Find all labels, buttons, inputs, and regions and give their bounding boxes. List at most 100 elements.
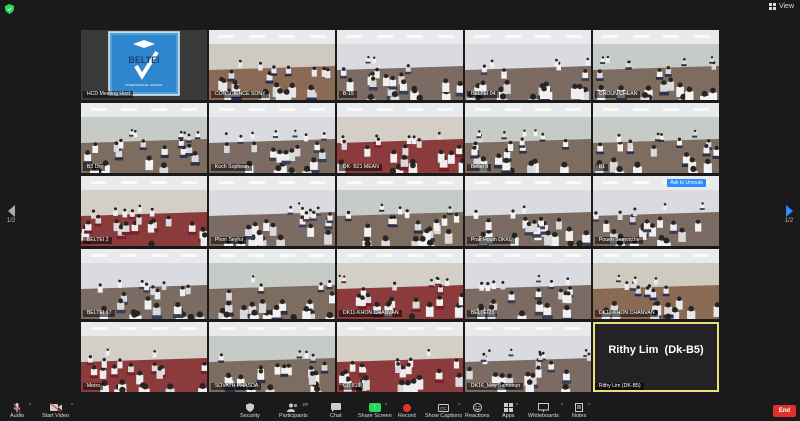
video-feed: [337, 322, 463, 392]
chat-label: Chat: [330, 413, 342, 419]
participant-name: Metro: [86, 383, 101, 389]
participant-video-tile[interactable]: ⁄ Beltei 9: [465, 103, 591, 173]
top-bar: View: [0, 0, 800, 18]
participant-video-tile[interactable]: ⁄ B1: [593, 103, 719, 173]
participant-name-tag: ⁄ BELTEI23: [467, 310, 498, 317]
participant-video-tile[interactable]: ⁄ BELTEI 17: [81, 249, 207, 319]
participant-name: SOVATH PHASDA: [214, 383, 259, 389]
whiteboards-button[interactable]: Whiteboards: [528, 402, 559, 419]
participant-video-tile[interactable]: ⁄ Prak Houth DKKL: [465, 176, 591, 246]
participant-name-tag: ⁄ BELTEI 2: [83, 237, 112, 244]
whiteboards-label: Whiteboards: [528, 413, 559, 419]
participant-name: DK16_Mey Samoeun: [470, 383, 521, 389]
notes-button[interactable]: Notes: [572, 402, 586, 419]
video-feed: [209, 249, 335, 319]
participant-video-tile[interactable]: ⁄ DK11-KHON CHANVAN: [593, 249, 719, 319]
participant-video-tile[interactable]: ⁄ CONSCIENCE SONY: [209, 30, 335, 100]
participant-video-tile[interactable]: ⁄ Metro: [81, 322, 207, 392]
record-button[interactable]: Record: [398, 402, 416, 419]
start-video-button[interactable]: Start Video: [42, 402, 69, 419]
video-feed: [81, 322, 207, 392]
share-options-caret[interactable]: ^: [385, 403, 387, 409]
meeting-toolbar: Audio ^ Start Video ^ Security 27 Partic…: [0, 400, 800, 421]
captions-options-caret[interactable]: ^: [458, 403, 460, 409]
whiteboards-options-caret[interactable]: ^: [561, 403, 563, 409]
participant-video-tile[interactable]: Rithy Lim (Dk-B5) ⁄ Rithy Lim (DK-B5): [593, 322, 719, 392]
participant-name: Prak Houth DKKL: [470, 237, 512, 243]
participant-video-tile[interactable]: ⁄ Pouen Samvicthe Ask to Unmute: [593, 176, 719, 246]
participant-name: HCD Meeting Host: [86, 91, 131, 97]
end-meeting-button[interactable]: End: [773, 405, 796, 417]
participant-video-tile[interactable]: ⁄ CD 819: [337, 322, 463, 392]
reactions-label: Reactions: [465, 413, 490, 419]
video-feed: [209, 30, 335, 100]
show-captions-button[interactable]: CC Show Captions: [425, 402, 462, 419]
participant-name: BELTEI 04: [470, 91, 496, 97]
participant-display-name: Rithy Lim (Dk-B5): [608, 344, 704, 356]
participant-name-tag: ⁄ SOVATH PHASDA: [211, 383, 262, 390]
apps-button[interactable]: Apps: [502, 402, 515, 419]
participant-name: B1: [598, 164, 606, 170]
participant-name: BELTEI23: [470, 310, 495, 316]
audio-options-caret[interactable]: ^: [29, 403, 31, 409]
video-feed: [465, 249, 591, 319]
apps-icon: [503, 402, 513, 413]
participant-video-tile[interactable]: ⁄ BELTEI23: [465, 249, 591, 319]
security-button[interactable]: Security: [240, 402, 260, 419]
participant-video-tile[interactable]: ⁄ BELTEI 04: [465, 30, 591, 100]
participant-video-tile[interactable]: ⁄ BELTEI 2: [81, 176, 207, 246]
captions-icon: CC: [438, 402, 449, 413]
mic-muted-icon: ⁄: [85, 237, 86, 243]
participants-options-caret[interactable]: ^: [306, 403, 308, 409]
mic-muted-icon: ⁄: [469, 91, 470, 97]
audio-button[interactable]: Audio: [10, 402, 24, 419]
video-feed: [465, 103, 591, 173]
participant-name-tag: ⁄ Metro: [83, 383, 104, 390]
participant-video-tile[interactable]: ⁄ DK16_Mey Samoeun: [465, 322, 591, 392]
view-button[interactable]: View: [768, 3, 794, 10]
arrow-left-icon: [7, 205, 15, 217]
record-label: Record: [398, 413, 416, 419]
participant-name-tag: ⁄ DK16_Mey Samoeun: [467, 383, 524, 390]
participant-name-tag: ⁄ Phon Seyha: [211, 237, 247, 244]
participant-video-tile[interactable]: ⁄ CHOUN CHEAN: [593, 30, 719, 100]
participant-name-tag: ⁄ Beltei 9: [467, 164, 492, 171]
participant-name: DK11-KHON CHANVAN: [342, 310, 399, 316]
video-options-caret[interactable]: ^: [71, 403, 73, 409]
video-feed: [337, 176, 463, 246]
participant-name-tag: ⁄ CONSCIENCE SONY: [211, 91, 269, 98]
shield-icon[interactable]: [5, 4, 14, 14]
participants-button[interactable]: 27 Participants: [279, 402, 308, 419]
video-feed: [465, 322, 591, 392]
participant-video-tile[interactable]: ⁄ DK- B21 MEAN: [337, 103, 463, 173]
ask-to-unmute-button[interactable]: Ask to Unmute: [667, 179, 706, 187]
participant-name-tag: ⁄ HCD Meeting Host: [83, 91, 134, 98]
security-shield-icon: [245, 402, 254, 413]
record-icon: [402, 403, 411, 412]
reactions-button[interactable]: Reactions: [465, 402, 489, 419]
mic-muted-icon: ⁄: [341, 164, 342, 170]
mic-muted-icon: [13, 402, 21, 413]
participant-name-tag: ⁄ DK11-KHON CHANVAN: [595, 310, 658, 317]
apps-options-caret[interactable]: ^: [516, 403, 518, 409]
start-video-label: Start Video: [42, 413, 70, 419]
notes-options-caret[interactable]: ^: [588, 403, 590, 409]
participant-video-tile[interactable]: BELTEI INTERNATIONAL SCHOOL ⁄ HCD Meeting H…: [81, 30, 207, 100]
participant-video-tile[interactable]: [337, 176, 463, 246]
participant-video-tile[interactable]: ⁄ B-15: [337, 30, 463, 100]
participant-video-tile[interactable]: ⁄ DK11-KHON CHANVAN: [337, 249, 463, 319]
participant-video-tile[interactable]: ⁄ SOVATH PHASDA: [209, 322, 335, 392]
participant-video-tile[interactable]: ⁄ Koch Sophean: [209, 103, 335, 173]
video-feed: [337, 30, 463, 100]
participant-video-tile[interactable]: ⁄ B3 Dty: [81, 103, 207, 173]
participant-name: DK- B21 MEAN: [342, 164, 379, 170]
participant-name: DK11-KHON CHANVAN: [598, 310, 655, 316]
participant-name-tag: ⁄ B1: [595, 164, 609, 171]
mic-muted-icon: ⁄: [597, 310, 598, 316]
participant-video-tile[interactable]: ⁄ Phon Seyha: [209, 176, 335, 246]
next-page-button[interactable]: 1/2: [782, 205, 796, 224]
participant-video-tile[interactable]: [209, 249, 335, 319]
participant-name-tag: ⁄ Koch Sophean: [211, 164, 252, 171]
chat-button[interactable]: Chat: [330, 402, 342, 419]
prev-page-button[interactable]: 1/2: [4, 205, 18, 224]
